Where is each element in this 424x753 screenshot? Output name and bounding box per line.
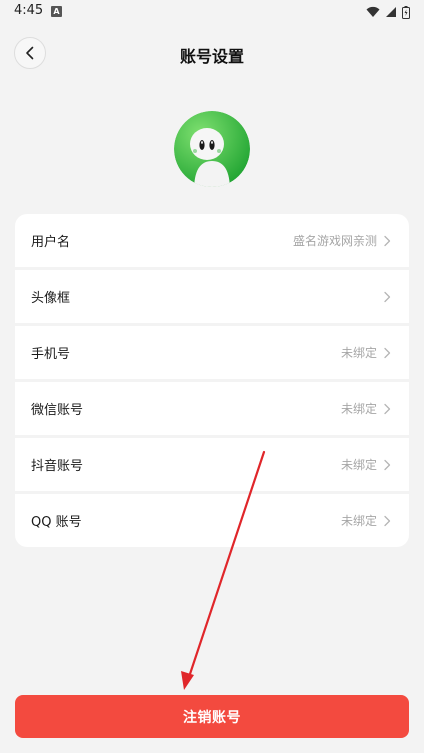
settings-item-wechat[interactable]: 微信账号 未绑定 [15, 382, 409, 435]
settings-item-qq[interactable]: QQ 账号 未绑定 [15, 494, 409, 547]
notification-icon: A [51, 6, 62, 17]
avatar[interactable] [174, 111, 250, 187]
mascot-avatar-icon [174, 111, 250, 187]
settings-item-avatar-frame[interactable]: 头像框 [15, 270, 409, 323]
settings-list: 用户名 盛名游戏网亲测 头像框 手机号 未绑定 微信账号 未绑定 抖音账号 未绑… [15, 214, 409, 547]
item-label: 头像框 [31, 291, 71, 306]
item-label: 抖音账号 [31, 459, 84, 474]
chevron-right-icon [383, 515, 391, 527]
chevron-right-icon [383, 235, 391, 247]
chevron-right-icon [383, 347, 391, 359]
chevron-right-icon [383, 403, 391, 415]
item-label: 手机号 [31, 347, 71, 362]
settings-item-douyin[interactable]: 抖音账号 未绑定 [15, 438, 409, 491]
item-value: 未绑定 [340, 514, 377, 528]
item-value: 未绑定 [340, 402, 377, 416]
item-value: 未绑定 [340, 458, 377, 472]
item-label: QQ 账号 [31, 515, 82, 530]
item-label: 用户名 [31, 235, 71, 250]
cancel-account-button[interactable]: 注销账号 [15, 695, 409, 738]
page-title: 账号设置 [179, 47, 244, 66]
item-value: 未绑定 [340, 346, 377, 360]
settings-item-username[interactable]: 用户名 盛名游戏网亲测 [15, 214, 409, 267]
item-label: 微信账号 [31, 403, 84, 418]
signal-icon [386, 7, 396, 17]
wifi-icon [366, 6, 380, 17]
status-bar: 4:45 A [0, 0, 424, 24]
chevron-right-icon [383, 459, 391, 471]
status-icons [366, 5, 410, 19]
item-value: 盛名游戏网亲测 [292, 234, 377, 248]
battery-icon [402, 5, 410, 19]
settings-item-phone[interactable]: 手机号 未绑定 [15, 326, 409, 379]
status-time: 4:45 [14, 3, 44, 18]
chevron-right-icon [383, 291, 391, 303]
